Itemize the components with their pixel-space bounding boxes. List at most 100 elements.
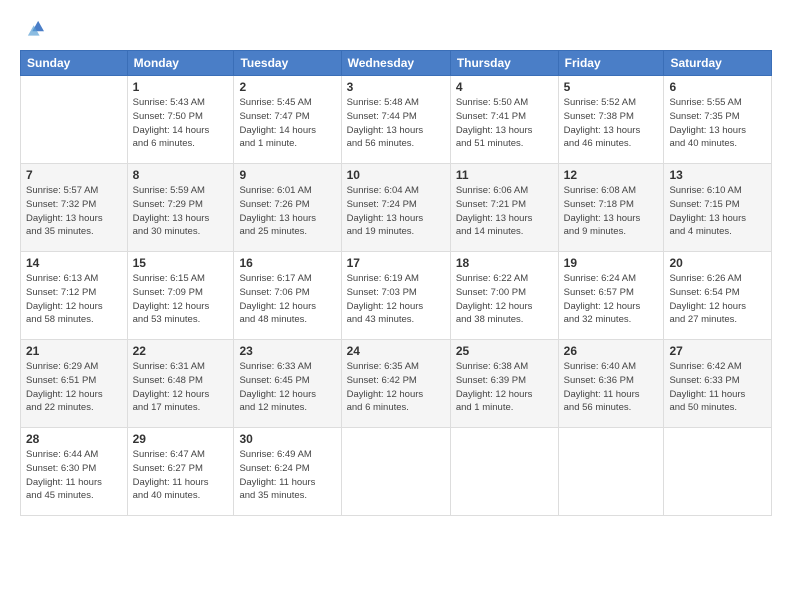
calendar-cell xyxy=(558,428,664,516)
day-number: 17 xyxy=(347,256,445,270)
calendar: SundayMondayTuesdayWednesdayThursdayFrid… xyxy=(20,50,772,516)
calendar-cell: 14 Sunrise: 6:13 AM Sunset: 7:12 PM Dayli… xyxy=(21,252,128,340)
calendar-cell: 2 Sunrise: 5:45 AM Sunset: 7:47 PM Daylig… xyxy=(234,76,341,164)
day-number: 3 xyxy=(347,80,445,94)
calendar-cell: 5 Sunrise: 5:52 AM Sunset: 7:38 PM Daylig… xyxy=(558,76,664,164)
calendar-cell: 11 Sunrise: 6:06 AM Sunset: 7:21 PM Dayli… xyxy=(450,164,558,252)
day-info: Sunrise: 6:04 AM Sunset: 7:24 PM Dayligh… xyxy=(347,184,445,239)
day-number: 12 xyxy=(564,168,659,182)
day-info: Sunrise: 6:44 AM Sunset: 6:30 PM Dayligh… xyxy=(26,448,122,503)
day-info: Sunrise: 6:26 AM Sunset: 6:54 PM Dayligh… xyxy=(669,272,766,327)
week-row-5: 28 Sunrise: 6:44 AM Sunset: 6:30 PM Dayli… xyxy=(21,428,772,516)
day-number: 4 xyxy=(456,80,553,94)
day-number: 30 xyxy=(239,432,335,446)
day-info: Sunrise: 6:42 AM Sunset: 6:33 PM Dayligh… xyxy=(669,360,766,415)
calendar-cell: 20 Sunrise: 6:26 AM Sunset: 6:54 PM Dayli… xyxy=(664,252,772,340)
calendar-cell: 27Sunrise: 6:42 AM Sunset: 6:33 PM Dayli… xyxy=(664,340,772,428)
day-info: Sunrise: 5:59 AM Sunset: 7:29 PM Dayligh… xyxy=(133,184,229,239)
week-row-3: 14 Sunrise: 6:13 AM Sunset: 7:12 PM Dayli… xyxy=(21,252,772,340)
day-number: 18 xyxy=(456,256,553,270)
calendar-cell: 10 Sunrise: 6:04 AM Sunset: 7:24 PM Dayli… xyxy=(341,164,450,252)
day-info: Sunrise: 5:43 AM Sunset: 7:50 PM Dayligh… xyxy=(133,96,229,151)
calendar-cell: 23Sunrise: 6:33 AM Sunset: 6:45 PM Dayli… xyxy=(234,340,341,428)
day-number: 8 xyxy=(133,168,229,182)
day-info: Sunrise: 6:10 AM Sunset: 7:15 PM Dayligh… xyxy=(669,184,766,239)
day-info: Sunrise: 5:45 AM Sunset: 7:47 PM Dayligh… xyxy=(239,96,335,151)
calendar-cell: 15Sunrise: 6:15 AM Sunset: 7:09 PM Dayli… xyxy=(127,252,234,340)
calendar-cell: 16 Sunrise: 6:17 AM Sunset: 7:06 PM Dayli… xyxy=(234,252,341,340)
calendar-cell: 3 Sunrise: 5:48 AM Sunset: 7:44 PM Daylig… xyxy=(341,76,450,164)
day-number: 6 xyxy=(669,80,766,94)
calendar-cell: 12 Sunrise: 6:08 AM Sunset: 7:18 PM Dayli… xyxy=(558,164,664,252)
day-info: Sunrise: 6:49 AM Sunset: 6:24 PM Dayligh… xyxy=(239,448,335,503)
calendar-cell: 1 Sunrise: 5:43 AM Sunset: 7:50 PM Daylig… xyxy=(127,76,234,164)
calendar-cell: 28 Sunrise: 6:44 AM Sunset: 6:30 PM Dayli… xyxy=(21,428,128,516)
weekday-header-wednesday: Wednesday xyxy=(341,51,450,76)
day-number: 14 xyxy=(26,256,122,270)
weekday-header-tuesday: Tuesday xyxy=(234,51,341,76)
weekday-header-row: SundayMondayTuesdayWednesdayThursdayFrid… xyxy=(21,51,772,76)
day-number: 25 xyxy=(456,344,553,358)
day-number: 11 xyxy=(456,168,553,182)
day-info: Sunrise: 6:15 AM Sunset: 7:09 PM Dayligh… xyxy=(133,272,229,327)
day-number: 9 xyxy=(239,168,335,182)
calendar-cell xyxy=(21,76,128,164)
day-info: Sunrise: 6:08 AM Sunset: 7:18 PM Dayligh… xyxy=(564,184,659,239)
calendar-cell: 24Sunrise: 6:35 AM Sunset: 6:42 PM Dayli… xyxy=(341,340,450,428)
day-info: Sunrise: 6:13 AM Sunset: 7:12 PM Dayligh… xyxy=(26,272,122,327)
weekday-header-monday: Monday xyxy=(127,51,234,76)
day-number: 1 xyxy=(133,80,229,94)
day-info: Sunrise: 5:52 AM Sunset: 7:38 PM Dayligh… xyxy=(564,96,659,151)
day-number: 20 xyxy=(669,256,766,270)
day-number: 2 xyxy=(239,80,335,94)
day-info: Sunrise: 6:19 AM Sunset: 7:03 PM Dayligh… xyxy=(347,272,445,327)
day-info: Sunrise: 6:24 AM Sunset: 6:57 PM Dayligh… xyxy=(564,272,659,327)
week-row-1: 1 Sunrise: 5:43 AM Sunset: 7:50 PM Daylig… xyxy=(21,76,772,164)
weekday-header-sunday: Sunday xyxy=(21,51,128,76)
weekday-header-friday: Friday xyxy=(558,51,664,76)
day-number: 7 xyxy=(26,168,122,182)
day-number: 5 xyxy=(564,80,659,94)
day-info: Sunrise: 6:29 AM Sunset: 6:51 PM Dayligh… xyxy=(26,360,122,415)
day-info: Sunrise: 6:47 AM Sunset: 6:27 PM Dayligh… xyxy=(133,448,229,503)
day-number: 28 xyxy=(26,432,122,446)
day-number: 16 xyxy=(239,256,335,270)
day-number: 21 xyxy=(26,344,122,358)
calendar-cell: 30 Sunrise: 6:49 AM Sunset: 6:24 PM Dayli… xyxy=(234,428,341,516)
page: SundayMondayTuesdayWednesdayThursdayFrid… xyxy=(0,0,792,612)
calendar-cell: 22Sunrise: 6:31 AM Sunset: 6:48 PM Dayli… xyxy=(127,340,234,428)
week-row-2: 7 Sunrise: 5:57 AM Sunset: 7:32 PM Daylig… xyxy=(21,164,772,252)
calendar-cell: 18 Sunrise: 6:22 AM Sunset: 7:00 PM Dayli… xyxy=(450,252,558,340)
calendar-cell: 8 Sunrise: 5:59 AM Sunset: 7:29 PM Daylig… xyxy=(127,164,234,252)
day-info: Sunrise: 6:40 AM Sunset: 6:36 PM Dayligh… xyxy=(564,360,659,415)
header xyxy=(20,18,772,40)
day-number: 22 xyxy=(133,344,229,358)
day-number: 13 xyxy=(669,168,766,182)
calendar-cell xyxy=(450,428,558,516)
calendar-cell: 7 Sunrise: 5:57 AM Sunset: 7:32 PM Daylig… xyxy=(21,164,128,252)
day-number: 10 xyxy=(347,168,445,182)
day-info: Sunrise: 5:48 AM Sunset: 7:44 PM Dayligh… xyxy=(347,96,445,151)
calendar-cell xyxy=(341,428,450,516)
weekday-header-saturday: Saturday xyxy=(664,51,772,76)
day-info: Sunrise: 6:33 AM Sunset: 6:45 PM Dayligh… xyxy=(239,360,335,415)
day-info: Sunrise: 5:55 AM Sunset: 7:35 PM Dayligh… xyxy=(669,96,766,151)
day-info: Sunrise: 6:35 AM Sunset: 6:42 PM Dayligh… xyxy=(347,360,445,415)
week-row-4: 21 Sunrise: 6:29 AM Sunset: 6:51 PM Dayli… xyxy=(21,340,772,428)
day-number: 19 xyxy=(564,256,659,270)
day-info: Sunrise: 5:50 AM Sunset: 7:41 PM Dayligh… xyxy=(456,96,553,151)
calendar-cell: 4 Sunrise: 5:50 AM Sunset: 7:41 PM Daylig… xyxy=(450,76,558,164)
calendar-cell: 25Sunrise: 6:38 AM Sunset: 6:39 PM Dayli… xyxy=(450,340,558,428)
day-info: Sunrise: 6:17 AM Sunset: 7:06 PM Dayligh… xyxy=(239,272,335,327)
calendar-cell: 9 Sunrise: 6:01 AM Sunset: 7:26 PM Daylig… xyxy=(234,164,341,252)
day-info: Sunrise: 6:01 AM Sunset: 7:26 PM Dayligh… xyxy=(239,184,335,239)
day-info: Sunrise: 6:22 AM Sunset: 7:00 PM Dayligh… xyxy=(456,272,553,327)
day-number: 29 xyxy=(133,432,229,446)
day-number: 26 xyxy=(564,344,659,358)
calendar-cell: 19 Sunrise: 6:24 AM Sunset: 6:57 PM Dayli… xyxy=(558,252,664,340)
calendar-cell: 13 Sunrise: 6:10 AM Sunset: 7:15 PM Dayli… xyxy=(664,164,772,252)
logo-icon xyxy=(22,18,44,40)
day-info: Sunrise: 5:57 AM Sunset: 7:32 PM Dayligh… xyxy=(26,184,122,239)
logo xyxy=(20,18,44,40)
day-info: Sunrise: 6:06 AM Sunset: 7:21 PM Dayligh… xyxy=(456,184,553,239)
